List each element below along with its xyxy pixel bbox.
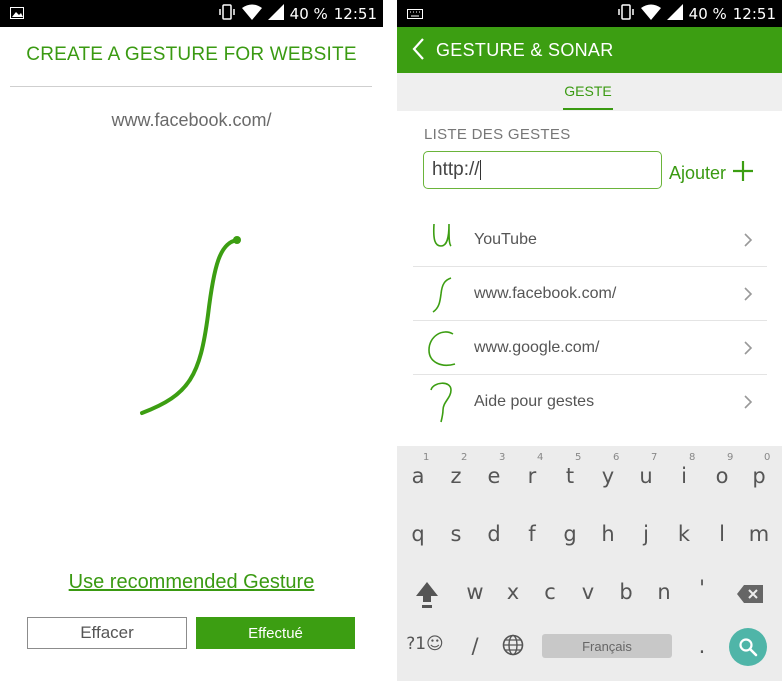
key-e[interactable]: 3e bbox=[475, 446, 513, 494]
key-q[interactable]: q bbox=[399, 514, 437, 562]
key-a[interactable]: 1a bbox=[399, 446, 437, 494]
key-w[interactable]: w bbox=[456, 568, 494, 616]
battery-level: 40 % bbox=[688, 5, 727, 23]
add-button-label: Ajouter bbox=[669, 163, 727, 183]
chevron-right-icon bbox=[743, 232, 753, 253]
key-s[interactable]: s bbox=[437, 514, 475, 562]
key-i[interactable]: 8i bbox=[665, 446, 703, 494]
back-chevron-icon[interactable] bbox=[411, 37, 425, 66]
gesture-c-icon bbox=[425, 326, 465, 370]
gesture-creator-screen: 40 % 12:51 CREATE A GESTURE FOR WEBSITE … bbox=[0, 0, 383, 681]
key-period[interactable]: . bbox=[683, 622, 721, 670]
gesture-list-screen: 40 % 12:51 GESTURE & SONAR GESTE LISTE D… bbox=[397, 0, 782, 681]
key-t[interactable]: 5t bbox=[551, 446, 589, 494]
chevron-right-icon bbox=[743, 394, 753, 415]
key-r[interactable]: 4r bbox=[513, 446, 551, 494]
keyboard-row-1: 1a 2z 3e 4r 5t 6y 7u 8i 9o 0p bbox=[397, 446, 782, 502]
key-n[interactable]: n bbox=[645, 568, 683, 616]
url-input[interactable]: http:// bbox=[423, 151, 662, 189]
clear-button[interactable]: Effacer bbox=[27, 617, 187, 649]
list-item[interactable]: YouTube bbox=[413, 213, 767, 267]
space-bar[interactable]: Français bbox=[542, 634, 672, 658]
section-label: LISTE DES GESTES bbox=[424, 126, 571, 143]
key-d[interactable]: d bbox=[475, 514, 513, 562]
image-notification-icon bbox=[10, 5, 24, 23]
tab-bar: GESTE bbox=[397, 73, 782, 111]
panel-gap bbox=[383, 0, 397, 681]
key-c[interactable]: c bbox=[531, 568, 569, 616]
gesture-drawing-canvas[interactable] bbox=[130, 225, 260, 425]
keyboard-row-2: q s d f g h j k l m bbox=[397, 514, 782, 570]
keyboard-notification-icon bbox=[407, 5, 423, 23]
wifi-icon bbox=[241, 4, 262, 24]
cellular-signal-icon bbox=[267, 4, 284, 24]
tab-indicator bbox=[563, 108, 613, 110]
key-m[interactable]: m bbox=[740, 514, 778, 562]
key-y[interactable]: 6y bbox=[589, 446, 627, 494]
key-x[interactable]: x bbox=[494, 568, 532, 616]
key-h[interactable]: h bbox=[589, 514, 627, 562]
globe-icon[interactable] bbox=[494, 622, 532, 670]
gesture-u-icon bbox=[425, 218, 465, 262]
key-o[interactable]: 9o bbox=[703, 446, 741, 494]
key-j[interactable]: j bbox=[627, 514, 665, 562]
backspace-icon[interactable] bbox=[731, 572, 769, 620]
app-bar: GESTURE & SONAR bbox=[397, 27, 782, 73]
vibrate-icon bbox=[218, 4, 236, 24]
key-l[interactable]: l bbox=[703, 514, 741, 562]
gesture-list: YouTube www.facebook.com/ www.google.com… bbox=[413, 213, 767, 429]
list-item-label: Aide pour gestes bbox=[474, 393, 595, 410]
page-title: CREATE A GESTURE FOR WEBSITE bbox=[26, 44, 357, 65]
key-k[interactable]: k bbox=[665, 514, 703, 562]
vibrate-icon bbox=[617, 4, 635, 24]
list-item-label: www.facebook.com/ bbox=[474, 285, 617, 302]
gesture-s-icon bbox=[425, 272, 465, 316]
search-icon[interactable] bbox=[729, 628, 767, 666]
key-g[interactable]: g bbox=[551, 514, 589, 562]
tab-geste[interactable]: GESTE bbox=[563, 83, 613, 99]
symbols-key[interactable]: ?1☺ bbox=[403, 622, 447, 670]
wifi-icon bbox=[640, 4, 661, 24]
clock: 12:51 bbox=[333, 5, 377, 23]
list-item-label: www.google.com/ bbox=[474, 339, 600, 356]
key-z[interactable]: 2z bbox=[437, 446, 475, 494]
list-item[interactable]: www.facebook.com/ bbox=[413, 267, 767, 321]
key-u[interactable]: 7u bbox=[627, 446, 665, 494]
list-item[interactable]: Aide pour gestes bbox=[413, 375, 767, 429]
key-slash[interactable]: / bbox=[456, 622, 494, 670]
soft-keyboard: 1a 2z 3e 4r 5t 6y 7u 8i 9o 0p q s d f g … bbox=[397, 446, 782, 681]
url-input-value: http:// bbox=[432, 159, 480, 180]
cellular-signal-icon bbox=[666, 4, 683, 24]
status-bar: 40 % 12:51 bbox=[397, 0, 782, 27]
key-b[interactable]: b bbox=[607, 568, 645, 616]
add-button[interactable]: Ajouter bbox=[669, 160, 754, 187]
text-caret bbox=[479, 159, 481, 180]
chevron-right-icon bbox=[743, 340, 753, 361]
chevron-right-icon bbox=[743, 286, 753, 307]
status-bar: 40 % 12:51 bbox=[0, 0, 383, 27]
divider bbox=[10, 86, 372, 87]
key-p[interactable]: 0p bbox=[740, 446, 778, 494]
gesture-question-icon bbox=[425, 380, 465, 424]
use-recommended-gesture-link[interactable]: Use recommended Gesture bbox=[0, 571, 383, 594]
battery-level: 40 % bbox=[289, 5, 328, 23]
app-bar-title: GESTURE & SONAR bbox=[436, 40, 614, 60]
gesture-stroke-icon bbox=[140, 236, 241, 415]
target-url: www.facebook.com/ bbox=[111, 110, 272, 130]
done-button[interactable]: Effectué bbox=[196, 617, 355, 649]
key-v[interactable]: v bbox=[569, 568, 607, 616]
keyboard-row-3: w x c v b n ' bbox=[397, 568, 782, 624]
list-item[interactable]: www.google.com/ bbox=[413, 321, 767, 375]
plus-icon bbox=[732, 160, 754, 187]
key-f[interactable]: f bbox=[513, 514, 551, 562]
clock: 12:51 bbox=[732, 5, 776, 23]
key-apostrophe[interactable]: ' bbox=[683, 568, 721, 616]
shift-icon[interactable] bbox=[408, 572, 446, 620]
list-item-label: YouTube bbox=[474, 231, 537, 248]
